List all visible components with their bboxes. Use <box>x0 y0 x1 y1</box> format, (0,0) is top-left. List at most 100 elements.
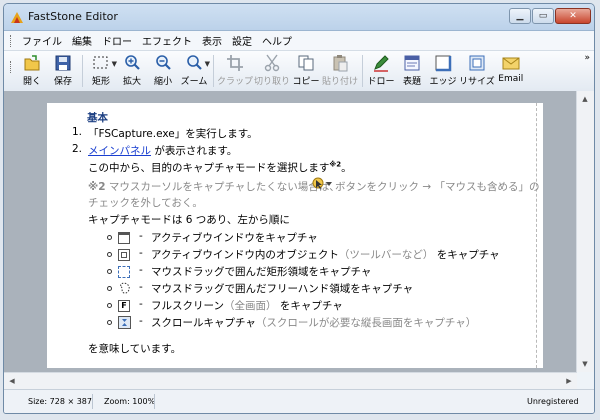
toolbar: 開く 保存 ▼ 矩形 拡大 縮小 ▼ ズーム クラップ 切り取り コピー 貼り付… <box>4 51 594 92</box>
editor-window: FastStone Editor ▁ ▭ ✕ ファイル 編集 ドロー エフェクト… <box>3 3 595 414</box>
list-bullet <box>107 320 112 325</box>
list-bullet <box>107 269 112 274</box>
list-bullet <box>107 235 112 240</box>
rectangle-select-button[interactable]: ▼ 矩形 <box>86 51 117 87</box>
status-separator <box>92 394 93 409</box>
step-number: 2. <box>72 143 83 155</box>
list-item: アクティブウインドウをキャプチャ <box>151 232 318 244</box>
full-screen-icon: F <box>118 300 130 312</box>
list-dash: - <box>139 264 143 276</box>
window-title: FastStone Editor <box>28 10 118 23</box>
chevron-down-icon[interactable]: ▼ <box>205 60 210 68</box>
save-button[interactable]: 保存 <box>48 51 78 87</box>
crop-icon <box>227 55 243 71</box>
minimize-button[interactable]: ▁ <box>509 8 531 24</box>
freehand-region-icon <box>118 282 132 296</box>
chevron-down-icon[interactable]: ▼ <box>112 60 117 68</box>
menu-draw[interactable]: ドロー <box>97 33 137 48</box>
list-item: フルスクリーン（全画面） をキャプチャ <box>151 300 343 312</box>
list-item: スクロールキャプチャ（スクロールが必要な縦長画面をキャプチャ） <box>151 317 477 329</box>
note-text: チェックを外しておく。 <box>88 197 203 209</box>
list-dash: - <box>139 315 143 327</box>
section-heading: 基本 <box>87 112 108 124</box>
list-bullet <box>107 286 112 291</box>
email-button[interactable]: Email <box>496 51 526 84</box>
toolbar-grip[interactable] <box>10 61 14 73</box>
open-folder-icon <box>24 55 40 71</box>
menu-help[interactable]: ヘルプ <box>257 33 297 48</box>
zoom-in-button[interactable]: 拡大 <box>117 51 147 87</box>
list-bullet <box>107 303 112 308</box>
scissors-icon <box>264 54 280 72</box>
step-text: メインパネル が表示されます。 <box>88 145 238 157</box>
scroll-down-icon[interactable]: ▼ <box>577 356 593 372</box>
note-text: ※2 マウスカーソルをキャプチャしたくない場合は、 <box>88 181 340 193</box>
list-item: マウスドラッグで囲んだフリーハンド領域をキャプチャ <box>151 283 414 295</box>
menu-file[interactable]: ファイル <box>17 33 67 48</box>
edge-button[interactable]: エッジ <box>428 51 458 87</box>
scroll-left-icon[interactable]: ◀ <box>4 373 20 389</box>
crop-button[interactable]: クラップ <box>217 51 253 87</box>
zoom-out-button[interactable]: 縮小 <box>148 51 178 87</box>
vertical-scrollbar[interactable]: ▲ ▼ <box>576 91 594 372</box>
draw-button[interactable]: ドロー <box>366 51 396 87</box>
document-image: 基本 1. 「FSCapture.exe」を実行します。 2. メインパネル が… <box>47 103 543 368</box>
list-bullet <box>107 252 112 257</box>
menu-bar: ファイル 編集 ドロー エフェクト 表示 設定 ヘルプ <box>4 31 594 51</box>
status-bar: Size: 728 × 387 Zoom: 100% Unregistered <box>4 389 594 413</box>
window-object-icon <box>118 249 130 261</box>
rectangle-select-icon <box>93 56 108 69</box>
mouse-cursor-button-icon <box>311 177 333 190</box>
cut-button[interactable]: 切り取り <box>254 51 290 87</box>
list-item: アクティブウインドウ内のオブジェクト（ツールバーなど） をキャプチャ <box>151 249 500 261</box>
resize-icon <box>469 55 485 71</box>
step-number: 1. <box>72 126 83 138</box>
title-bar[interactable]: FastStone Editor ▁ ▭ ✕ <box>4 4 594 31</box>
close-button[interactable]: ✕ <box>555 8 591 24</box>
rectangle-region-icon <box>118 266 130 278</box>
paste-button[interactable]: 貼り付け <box>322 51 358 87</box>
menu-effect[interactable]: エフェクト <box>137 33 197 48</box>
canvas-viewport[interactable]: 基本 1. 「FSCapture.exe」を実行します。 2. メインパネル が… <box>4 91 594 372</box>
note-text: ボタンをクリック → 「マウスも含める」の <box>335 181 540 193</box>
menu-view[interactable]: 表示 <box>197 33 227 48</box>
maximize-button[interactable]: ▭ <box>532 8 554 24</box>
menubar-grip[interactable] <box>10 34 14 47</box>
app-logo-icon <box>11 12 23 23</box>
edge-icon <box>435 55 452 72</box>
save-disk-icon <box>55 55 71 71</box>
zoom-status: Zoom: 100% <box>104 397 156 406</box>
copy-button[interactable]: コピー <box>291 51 321 87</box>
scroll-up-icon[interactable]: ▲ <box>577 91 593 107</box>
list-dash: - <box>139 230 143 242</box>
paste-icon <box>333 55 348 72</box>
step-text: 「FSCapture.exe」を実行します。 <box>88 128 258 140</box>
zoom-button[interactable]: ▼ ズーム <box>179 51 210 87</box>
active-window-icon <box>118 232 130 244</box>
registration-status: Unregistered <box>527 397 579 406</box>
instruction-text: この中から、目的のキャプチャモードを選択します※2。 <box>88 160 352 175</box>
resize-button[interactable]: リサイズ <box>459 51 495 87</box>
list-dash: - <box>139 247 143 259</box>
scrolling-capture-icon <box>118 316 131 329</box>
list-dash: - <box>139 298 143 310</box>
toolbar-overflow-button[interactable]: » <box>584 53 590 63</box>
closing-text: を意味しています。 <box>88 343 182 355</box>
footnote-ref: ※2 <box>329 160 342 169</box>
open-button[interactable]: 開く <box>17 51 47 87</box>
menu-settings[interactable]: 設定 <box>227 33 257 48</box>
status-separator <box>154 394 155 409</box>
caption-icon <box>404 55 420 71</box>
zoom-icon <box>187 55 202 70</box>
main-panel-link[interactable]: メインパネル <box>88 145 151 157</box>
toolbar-separator <box>82 55 83 87</box>
caption-button[interactable]: 表題 <box>397 51 427 87</box>
toolbar-separator <box>213 55 214 87</box>
scroll-right-icon[interactable]: ▶ <box>561 373 577 389</box>
email-icon <box>502 57 520 70</box>
menu-edit[interactable]: 編集 <box>67 33 97 48</box>
copy-icon <box>298 55 314 71</box>
zoom-out-icon <box>156 55 171 70</box>
horizontal-scrollbar[interactable]: ◀ ▶ <box>4 372 577 389</box>
list-item: マウスドラッグで囲んだ矩形領域をキャプチャ <box>151 266 372 278</box>
